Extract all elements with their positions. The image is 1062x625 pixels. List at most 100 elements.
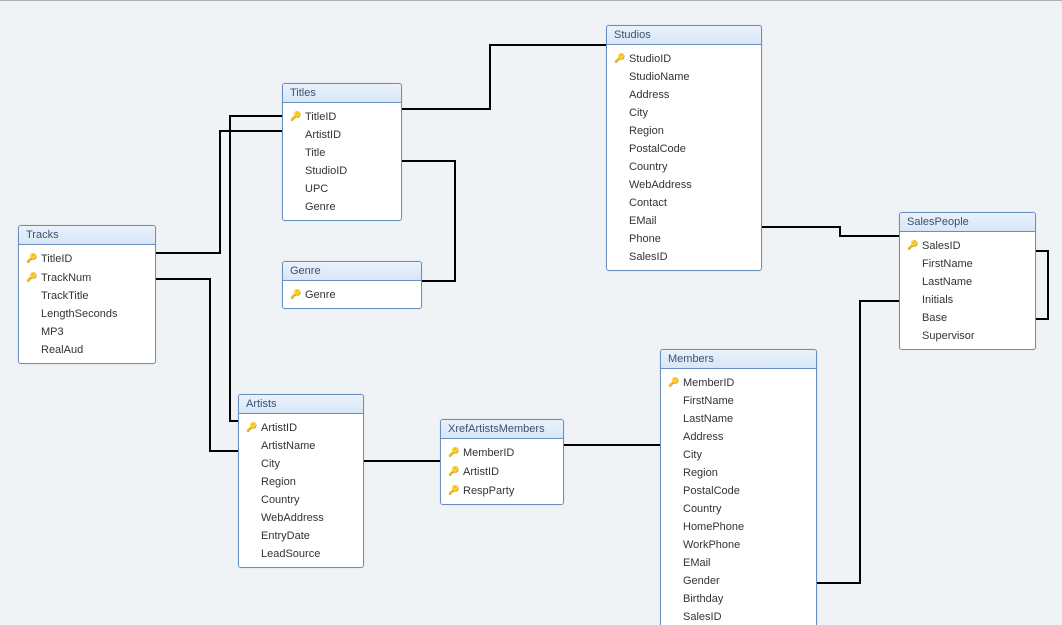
column-name: Address — [681, 429, 723, 445]
column-name: SalesID — [627, 249, 668, 265]
column-webaddress[interactable]: WebAddress — [607, 176, 761, 194]
column-memberid[interactable]: MemberID — [441, 443, 563, 462]
column-webaddress[interactable]: WebAddress — [239, 509, 363, 527]
column-leadsource[interactable]: LeadSource — [239, 545, 363, 563]
column-list: TitleIDTrackNumTrackTitleLengthSecondsMP… — [19, 245, 155, 363]
column-city[interactable]: City — [607, 104, 761, 122]
column-phone[interactable]: Phone — [607, 230, 761, 248]
column-lengthseconds[interactable]: LengthSeconds — [19, 305, 155, 323]
column-name: ArtistID — [303, 127, 341, 143]
table-artists[interactable]: Artists ArtistIDArtistNameCityRegion Coun… — [238, 394, 364, 568]
column-country[interactable]: Country — [239, 491, 363, 509]
table-genre[interactable]: Genre Genre — [282, 261, 422, 309]
column-name: TitleID — [303, 109, 336, 125]
table-titles[interactable]: Titles TitleID ArtistIDTitleStudioIDUPCGe… — [282, 83, 402, 221]
table-tracks[interactable]: Tracks TitleIDTrackNumTrackTitleLengthSe… — [18, 225, 156, 364]
column-memberid[interactable]: MemberID — [661, 373, 816, 392]
table-header[interactable]: Studios — [607, 26, 761, 45]
column-city[interactable]: City — [239, 455, 363, 473]
column-name: TitleID — [39, 251, 72, 267]
column-firstname[interactable]: FirstName — [661, 392, 816, 410]
column-name: Region — [259, 474, 296, 490]
table-salespeople[interactable]: SalesPeople SalesIDFirstNameLastNameInit… — [899, 212, 1036, 350]
column-title[interactable]: Title — [283, 144, 401, 162]
column-initials[interactable]: Initials — [900, 291, 1035, 309]
column-studioid[interactable]: StudioID — [607, 49, 761, 68]
column-salesid[interactable]: SalesID — [661, 608, 816, 625]
column-base[interactable]: Base — [900, 309, 1035, 327]
table-header[interactable]: Genre — [283, 262, 421, 281]
column-homephone[interactable]: HomePhone — [661, 518, 816, 536]
column-studioid[interactable]: StudioID — [283, 162, 401, 180]
column-address[interactable]: Address — [607, 86, 761, 104]
column-email[interactable]: EMail — [661, 554, 816, 572]
column-region[interactable]: Region — [607, 122, 761, 140]
column-artistid[interactable]: ArtistID — [239, 418, 363, 437]
table-header[interactable]: Members — [661, 350, 816, 369]
column-titleid[interactable]: TitleID — [19, 249, 155, 268]
column-name: Phone — [627, 231, 661, 247]
column-name: Country — [259, 492, 300, 508]
column-mp3[interactable]: MP3 — [19, 323, 155, 341]
column-workphone[interactable]: WorkPhone — [661, 536, 816, 554]
table-header[interactable]: Artists — [239, 395, 363, 414]
column-address[interactable]: Address — [661, 428, 816, 446]
column-list: Genre — [283, 281, 421, 308]
column-country[interactable]: Country — [661, 500, 816, 518]
column-country[interactable]: Country — [607, 158, 761, 176]
table-header[interactable]: Titles — [283, 84, 401, 103]
column-lastname[interactable]: LastName — [900, 273, 1035, 291]
column-genre[interactable]: Genre — [283, 285, 421, 304]
column-name: StudioID — [627, 51, 671, 67]
primary-key-icon — [447, 444, 461, 461]
primary-key-icon — [289, 108, 303, 125]
column-lastname[interactable]: LastName — [661, 410, 816, 428]
column-salesid[interactable]: SalesID — [900, 236, 1035, 255]
column-titleid[interactable]: TitleID — [283, 107, 401, 126]
column-name: Address — [627, 87, 669, 103]
column-postalcode[interactable]: PostalCode — [661, 482, 816, 500]
column-email[interactable]: EMail — [607, 212, 761, 230]
column-tracknum[interactable]: TrackNum — [19, 268, 155, 287]
table-xrefartistsmembers[interactable]: XrefArtistsMembers MemberIDArtistIDRespP… — [440, 419, 564, 505]
column-name: Supervisor — [920, 328, 975, 344]
column-name: ArtistID — [259, 420, 297, 436]
column-name: Contact — [627, 195, 667, 211]
column-gender[interactable]: Gender — [661, 572, 816, 590]
column-supervisor[interactable]: Supervisor — [900, 327, 1035, 345]
column-contact[interactable]: Contact — [607, 194, 761, 212]
column-entrydate[interactable]: EntryDate — [239, 527, 363, 545]
column-name: Birthday — [681, 591, 723, 607]
column-name: FirstName — [681, 393, 734, 409]
column-name: Region — [681, 465, 718, 481]
column-tracktitle[interactable]: TrackTitle — [19, 287, 155, 305]
column-birthday[interactable]: Birthday — [661, 590, 816, 608]
table-header[interactable]: SalesPeople — [900, 213, 1035, 232]
column-name: MemberID — [681, 375, 734, 391]
column-upc[interactable]: UPC — [283, 180, 401, 198]
column-name: Country — [627, 159, 668, 175]
db-diagram-canvas[interactable]: Tracks TitleIDTrackNumTrackTitleLengthSe… — [0, 1, 1062, 625]
column-name: WebAddress — [259, 510, 324, 526]
table-members[interactable]: Members MemberID FirstNameLastNameAddress… — [660, 349, 817, 625]
column-region[interactable]: Region — [661, 464, 816, 482]
column-city[interactable]: City — [661, 446, 816, 464]
column-name: Initials — [920, 292, 953, 308]
column-firstname[interactable]: FirstName — [900, 255, 1035, 273]
column-studioname[interactable]: StudioName — [607, 68, 761, 86]
table-header[interactable]: Tracks — [19, 226, 155, 245]
primary-key-icon — [289, 286, 303, 303]
column-genre[interactable]: Genre — [283, 198, 401, 216]
column-respparty[interactable]: RespParty — [441, 481, 563, 500]
column-postalcode[interactable]: PostalCode — [607, 140, 761, 158]
column-realaud[interactable]: RealAud — [19, 341, 155, 359]
column-artistname[interactable]: ArtistName — [239, 437, 363, 455]
column-name: PostalCode — [627, 141, 686, 157]
table-header[interactable]: XrefArtistsMembers — [441, 420, 563, 439]
table-studios[interactable]: Studios StudioIDStudioNameAddressCityReg… — [606, 25, 762, 271]
column-artistid[interactable]: ArtistID — [283, 126, 401, 144]
column-region[interactable]: Region — [239, 473, 363, 491]
column-salesid[interactable]: SalesID — [607, 248, 761, 266]
column-name: TrackTitle — [39, 288, 88, 304]
column-artistid[interactable]: ArtistID — [441, 462, 563, 481]
